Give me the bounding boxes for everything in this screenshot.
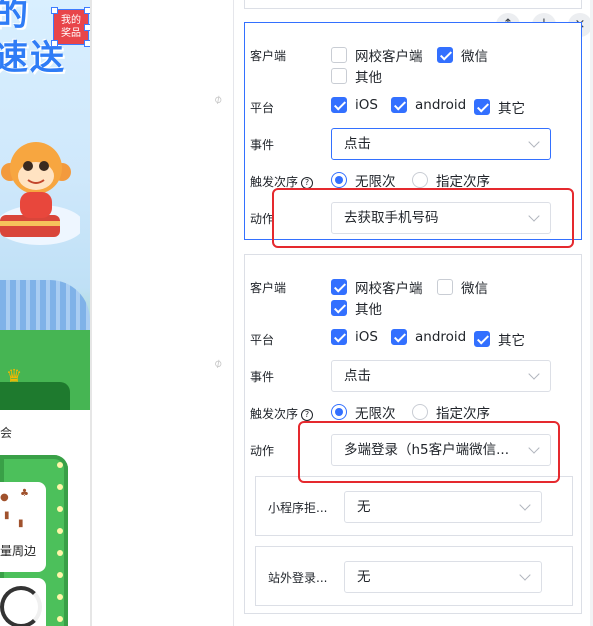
watermark-icon: ⌀ [210,355,225,371]
event-label: 事件 [250,370,275,384]
option-label: iOS [355,329,378,345]
radio-icon[interactable] [412,172,428,188]
event-select[interactable]: 点击 [331,128,551,160]
trigger-option-unlimited[interactable]: 无限次 [331,170,396,190]
toy-icon: ● [0,492,9,503]
checkbox-icon[interactable] [474,331,490,347]
trigger-option-specified[interactable]: 指定次序 [412,402,490,422]
checkbox-icon[interactable] [331,68,347,84]
checkbox-icon[interactable] [437,47,453,63]
sub-config-external-login: 站外登录... 无 [255,546,573,606]
radio-icon[interactable] [331,404,347,420]
chevron-down-icon [519,499,531,511]
help-icon[interactable]: ? [301,409,314,421]
resize-handle[interactable] [51,7,58,14]
option-label: 无限次 [355,406,396,422]
canvas-preview[interactable]: 的 速送 ♛ 会 ● ♣ ▮ ▮ 量周边 我的 奖品 [0,0,90,626]
resize-handle[interactable] [51,40,58,47]
sub-config-label: 站外登录... [268,571,328,585]
watermark-icon: ⌀ [210,91,225,107]
platform-option-other[interactable]: 其它 [474,329,525,349]
panel-divider [233,0,234,626]
sub-config-miniprogram: 小程序拒... 无 [255,476,573,536]
option-label: 微信 [461,49,488,65]
checkbox-icon[interactable] [331,279,347,295]
sub-config-select[interactable]: 无 [344,561,542,593]
event-select-value: 点击 [344,368,371,384]
toy-icon: ♣ [20,488,29,499]
badge-line-2: 奖品 [61,28,81,39]
prize-label: 量周边 [0,544,37,558]
checkbox-icon[interactable] [331,47,347,63]
option-label: android [415,329,467,345]
client-label: 客户端 [250,49,287,63]
client-option-wechat[interactable]: 微信 [437,45,488,65]
option-label: 其它 [498,101,525,117]
trigger-order-text: 触发次序 [250,175,299,189]
option-label: 网校客户端 [355,281,423,297]
badge-line-1: 我的 [61,15,81,26]
chevron-down-icon [528,368,540,380]
platform-option-ios[interactable]: iOS [331,329,378,345]
platform-option-android[interactable]: android [391,329,466,345]
option-label: android [415,97,467,113]
option-label: 指定次序 [436,174,490,190]
canvas-gutter: ⌀ ⌀ [92,0,233,626]
my-prize-badge[interactable]: 我的 奖品 [51,7,90,47]
option-label: 微信 [461,281,488,297]
platform-option-android[interactable]: android [391,97,466,113]
option-label: 指定次序 [436,406,490,422]
frame-lights [57,462,63,626]
option-label: 其他 [355,70,382,86]
checkbox-icon[interactable] [391,329,407,345]
checkbox-icon[interactable] [391,97,407,113]
event-label: 事件 [250,138,275,152]
sub-config-select-value: 无 [357,569,371,585]
checkbox-icon[interactable] [331,329,347,345]
sub-config-select-value: 无 [357,499,371,515]
client-option-wangxiao[interactable]: 网校客户端 [331,277,423,297]
action-label: 动作 [250,212,275,226]
toy-icon: ▮ [18,518,24,529]
card-text: 会 [0,426,13,440]
toy-icon: ▮ [4,510,10,521]
checkbox-icon[interactable] [437,279,453,295]
toy-image [0,586,42,626]
client-option-wechat[interactable]: 微信 [437,277,488,297]
platform-option-other[interactable]: 其它 [474,97,525,117]
trigger-order-label: 触发次序? [250,405,314,422]
chevron-down-icon [519,569,531,581]
client-option-wangxiao[interactable]: 网校客户端 [331,45,423,65]
checkbox-icon[interactable] [474,99,490,115]
chevron-down-icon [528,136,540,148]
monkey-mascot [1,142,71,218]
option-label: 无限次 [355,174,396,190]
platform-label: 平台 [250,333,275,347]
event-select-value: 点击 [344,136,371,152]
section-tab [0,382,70,412]
client-option-other[interactable]: 其他 [331,298,382,318]
checkbox-icon[interactable] [331,300,347,316]
trigger-option-specified[interactable]: 指定次序 [412,170,490,190]
sub-config-select[interactable]: 无 [344,491,542,523]
radio-icon[interactable] [331,172,347,188]
highlight-box [298,421,560,483]
option-label: 网校客户端 [355,49,423,65]
previous-event-card [244,0,582,9]
trigger-option-unlimited[interactable]: 无限次 [331,402,396,422]
action-label: 动作 [250,444,275,458]
client-label: 客户端 [250,281,287,295]
trigger-order-text: 触发次序 [250,407,299,421]
option-label: 其他 [355,302,382,318]
event-select[interactable]: 点击 [331,360,551,392]
client-option-other[interactable]: 其他 [331,66,382,86]
highlight-box [272,188,574,248]
radio-icon[interactable] [412,404,428,420]
sub-config-label: 小程序拒... [268,501,328,515]
option-label: 其它 [498,333,525,349]
platform-option-ios[interactable]: iOS [331,97,378,113]
option-label: iOS [355,97,378,113]
checkbox-icon[interactable] [331,97,347,113]
platform-label: 平台 [250,101,275,115]
